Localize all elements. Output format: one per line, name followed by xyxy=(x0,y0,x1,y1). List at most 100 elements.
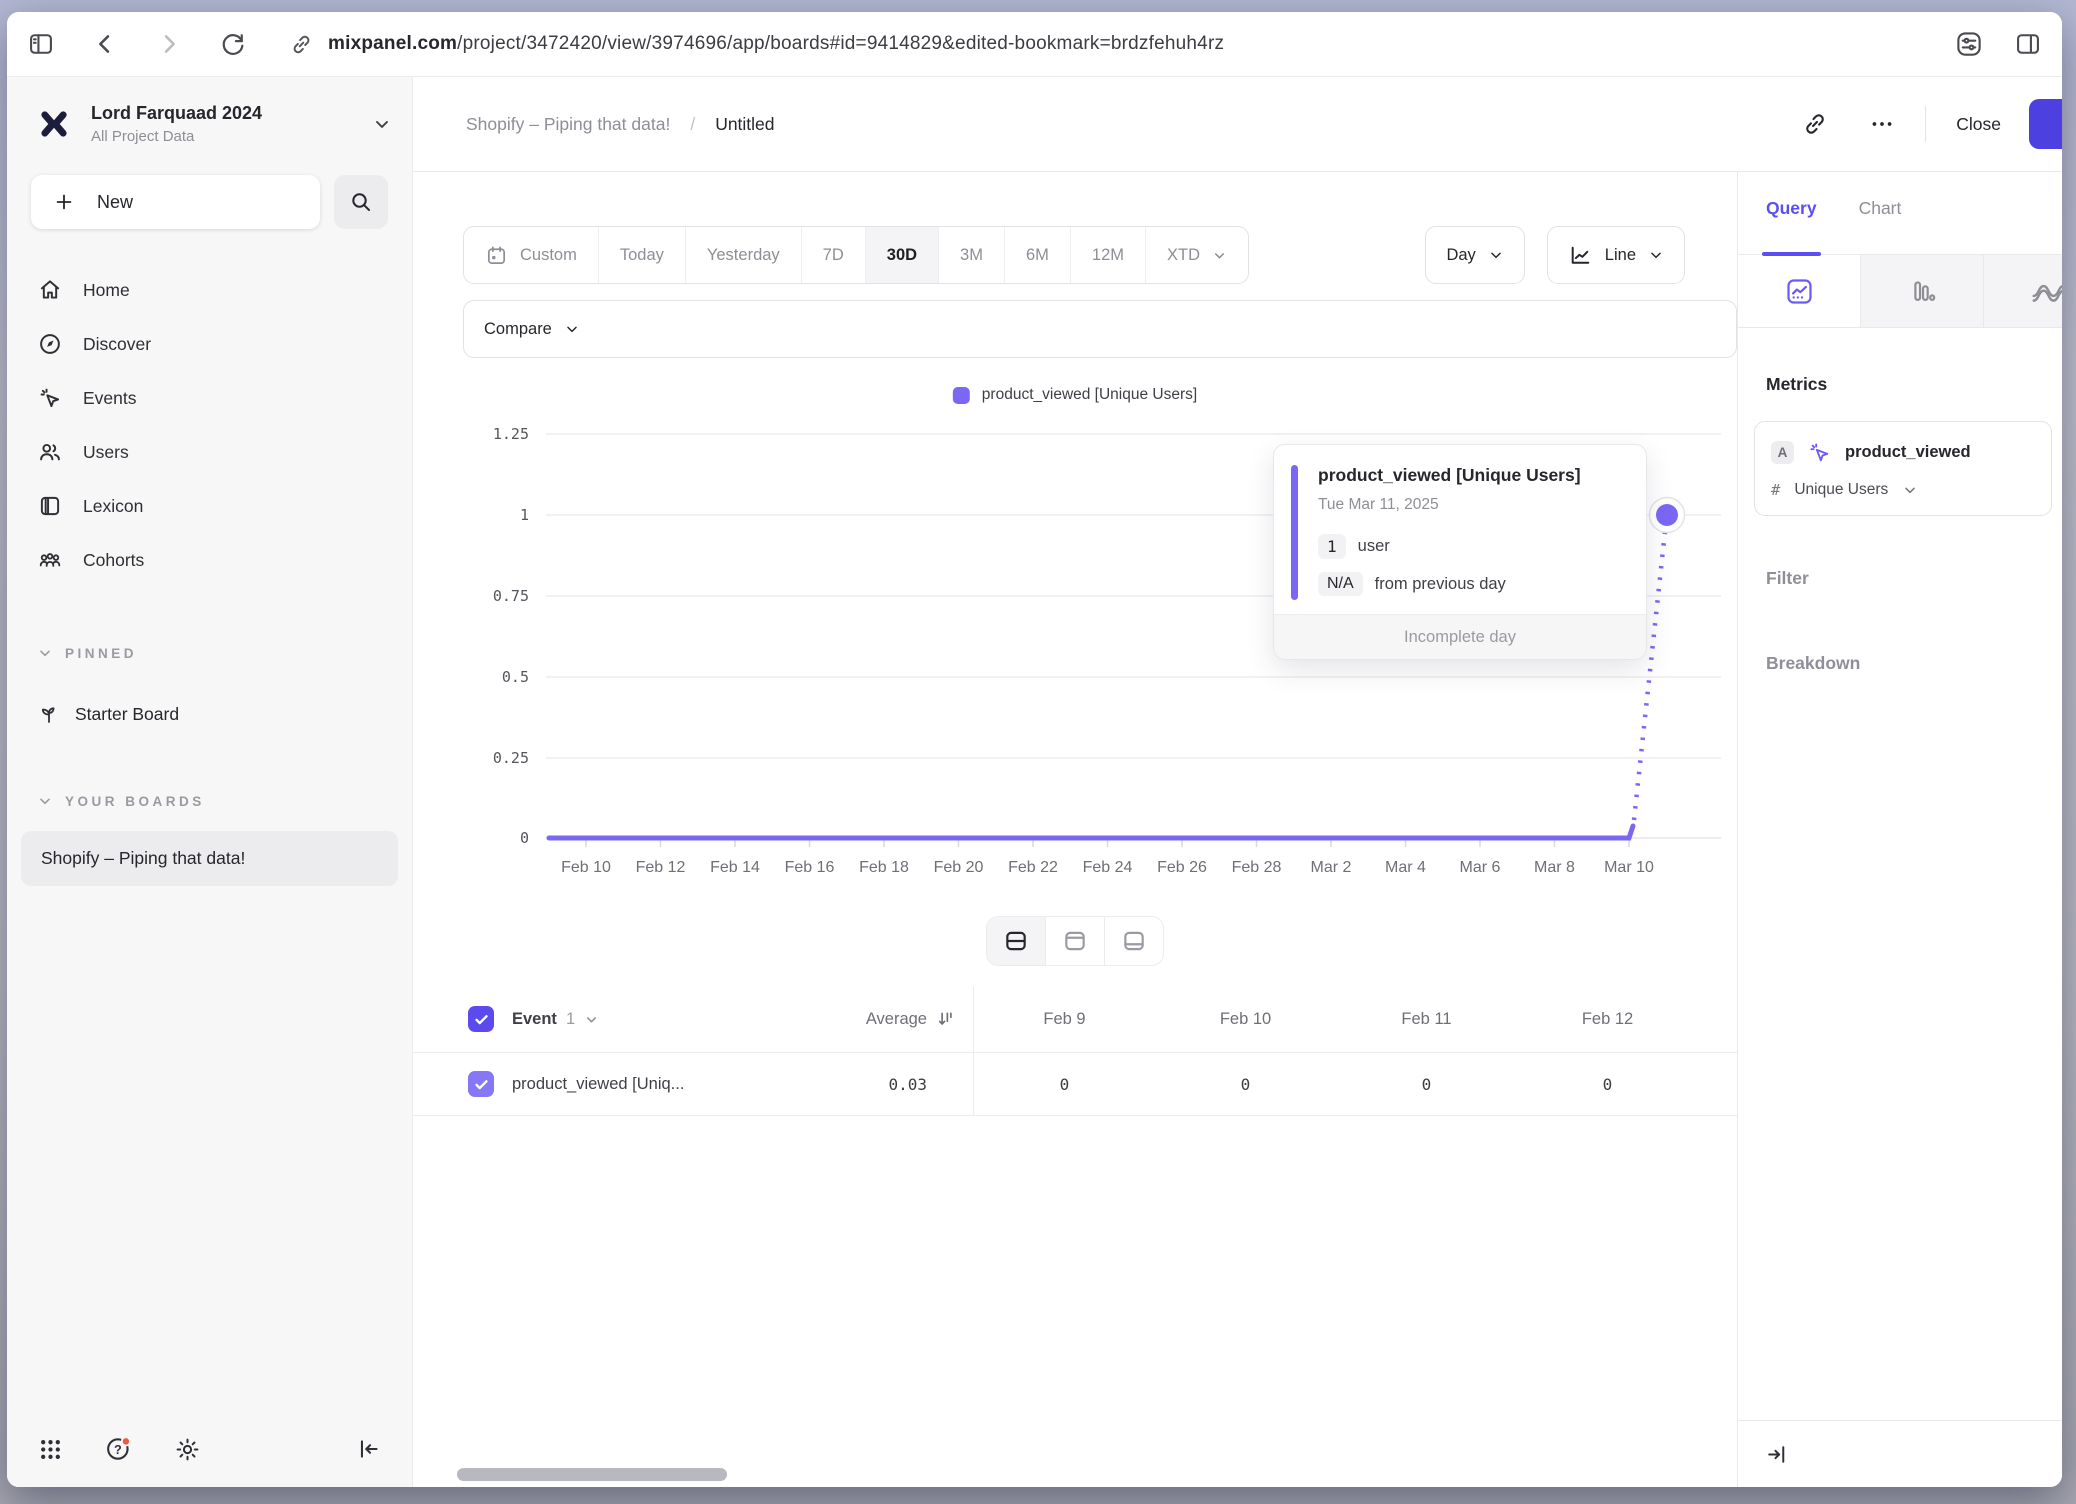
layout-split-button[interactable] xyxy=(987,917,1045,965)
address-bar[interactable]: mixpanel.com/project/3472420/view/397469… xyxy=(328,33,1224,55)
x-tick: Feb 16 xyxy=(785,859,835,876)
workspace-name: Lord Farquaad 2024 xyxy=(91,103,372,124)
metric-aggregation-dropdown[interactable]: # Unique Users xyxy=(1771,481,2035,499)
your-boards-label: YOUR BOARDS xyxy=(65,794,205,809)
select-all-checkbox[interactable] xyxy=(468,1006,494,1032)
sidebar-item-active-board[interactable]: Shopify – Piping that data! xyxy=(21,831,398,886)
workspace-text: Lord Farquaad 2024 All Project Data xyxy=(91,103,372,145)
sidebar-item-users[interactable]: Users xyxy=(21,425,398,479)
url-link-icon[interactable] xyxy=(289,32,314,57)
x-tick: Mar 4 xyxy=(1385,859,1426,876)
metric-row-event: A product_viewed xyxy=(1771,440,2035,465)
pinned-section-header[interactable]: PINNED xyxy=(37,645,412,661)
tab-query[interactable]: Query xyxy=(1766,198,1817,254)
sidebar-item-discover[interactable]: Discover xyxy=(21,317,398,371)
range-7d[interactable]: 7D xyxy=(802,227,866,283)
range-30d[interactable]: 30D xyxy=(866,227,939,283)
range-12m[interactable]: 12M xyxy=(1071,227,1146,283)
range-label: XTD xyxy=(1167,246,1200,265)
tooltip-title: product_viewed [Unique Users] xyxy=(1318,465,1626,486)
sidebar-toggle-icon[interactable] xyxy=(27,30,55,58)
sidebar-item-label: Discover xyxy=(83,334,151,355)
more-menu-icon[interactable] xyxy=(1869,111,1895,137)
header-actions: Close xyxy=(1801,99,2062,149)
day-column-header: Feb 11 xyxy=(1336,986,1517,1052)
metric-event-name[interactable]: product_viewed xyxy=(1845,443,1971,462)
apps-grid-icon[interactable] xyxy=(37,1436,64,1463)
back-icon[interactable] xyxy=(91,30,119,58)
breadcrumb-board[interactable]: Shopify – Piping that data! xyxy=(466,114,670,135)
layout-chart-button[interactable] xyxy=(1045,917,1104,965)
sidebar-item-home[interactable]: Home xyxy=(21,263,398,317)
table-header-row: Event 1 Average Feb 9 Feb 10 xyxy=(413,986,1737,1053)
compare-label: Compare xyxy=(484,320,552,339)
range-yesterday[interactable]: Yesterday xyxy=(686,227,802,283)
range-label: 30D xyxy=(887,246,917,265)
average-column-header[interactable]: Average xyxy=(866,1009,973,1030)
tooltip-value-unit: user xyxy=(1358,537,1390,556)
collapse-sidebar-icon[interactable] xyxy=(356,1436,382,1462)
line-chart[interactable]: product_viewed [Unique Users] xyxy=(413,382,1737,882)
tooltip-delta: N/A xyxy=(1318,572,1363,596)
save-button-partial[interactable] xyxy=(2029,99,2062,149)
browser-toolbar: mixpanel.com/project/3472420/view/397469… xyxy=(7,12,2062,77)
chart-style-label: Line xyxy=(1605,246,1636,265)
layout-toggle-group xyxy=(986,916,1164,966)
browser-settings-icon[interactable] xyxy=(1954,29,1984,59)
close-button[interactable]: Close xyxy=(1956,114,2001,135)
report-canvas: Custom Today Yesterday 7D 30D 3M 6M 12M … xyxy=(413,172,1737,1487)
sidebar-item-starter-board[interactable]: Starter Board xyxy=(21,687,398,741)
forward-icon[interactable] xyxy=(155,30,183,58)
x-tick: Mar 8 xyxy=(1534,859,1575,876)
sidebar-item-cohorts[interactable]: Cohorts xyxy=(21,533,398,587)
help-icon[interactable]: ? xyxy=(104,1434,134,1464)
event-header-label: Event xyxy=(512,1010,557,1029)
chevron-down-icon xyxy=(584,1012,599,1027)
workspace-switcher[interactable]: Lord Farquaad 2024 All Project Data xyxy=(33,103,392,145)
tooltip-footer: Incomplete day xyxy=(1274,614,1646,659)
range-6m[interactable]: 6M xyxy=(1005,227,1071,283)
data-point[interactable] xyxy=(1656,504,1678,526)
chart-type-bar-tab[interactable] xyxy=(1861,255,1984,327)
svg-text:?: ? xyxy=(114,1443,122,1457)
day-column-header: Feb 9 xyxy=(973,986,1155,1052)
chart-type-flow-tab[interactable] xyxy=(1984,255,2062,327)
search-button[interactable] xyxy=(334,175,388,229)
range-xtd[interactable]: XTD xyxy=(1146,227,1248,283)
url-host: mixpanel.com xyxy=(328,33,457,54)
your-boards-section-header[interactable]: YOUR BOARDS xyxy=(37,793,412,809)
filter-heading[interactable]: Filter xyxy=(1766,568,2062,589)
row-checkbox[interactable] xyxy=(468,1071,494,1097)
sidebar-item-lexicon[interactable]: Lexicon xyxy=(21,479,398,533)
reload-icon[interactable] xyxy=(219,30,247,58)
sidebar-item-events[interactable]: Events xyxy=(21,371,398,425)
y-tick: 1 xyxy=(520,506,529,524)
chart-style-dropdown[interactable]: Line xyxy=(1547,226,1685,284)
tab-chart[interactable]: Chart xyxy=(1859,198,1902,254)
row-series-name: product_viewed [Uniq... xyxy=(512,1075,684,1094)
metric-card[interactable]: A product_viewed # Unique Users xyxy=(1754,421,2052,516)
metrics-heading: Metrics xyxy=(1766,374,2062,395)
new-button[interactable]: New xyxy=(31,175,320,229)
copy-link-icon[interactable] xyxy=(1801,110,1829,138)
chart-legend: product_viewed [Unique Users] xyxy=(953,386,1197,404)
range-custom[interactable]: Custom xyxy=(464,227,599,283)
settings-gear-icon[interactable] xyxy=(174,1436,201,1463)
compare-dropdown[interactable]: Compare xyxy=(463,300,1737,358)
table-row[interactable]: product_viewed [Uniq... 0.03 0 0 0 0 xyxy=(413,1053,1737,1116)
range-today[interactable]: Today xyxy=(599,227,686,283)
collapse-panel-icon[interactable] xyxy=(1764,1442,1789,1467)
y-tick: 1.25 xyxy=(493,425,529,443)
x-tick: Feb 12 xyxy=(636,859,686,876)
granularity-dropdown[interactable]: Day xyxy=(1425,226,1524,284)
event-column-header[interactable]: Event 1 xyxy=(512,1010,599,1029)
horizontal-scrollbar[interactable] xyxy=(457,1468,727,1481)
breadcrumb-page[interactable]: Untitled xyxy=(715,114,774,135)
range-3m[interactable]: 3M xyxy=(939,227,1005,283)
new-row: New xyxy=(31,175,388,229)
chart-type-line-tab[interactable] xyxy=(1738,255,1861,327)
layout-table-button[interactable] xyxy=(1104,917,1163,965)
browser-panel-icon[interactable] xyxy=(2014,30,2042,58)
sidebar: Lord Farquaad 2024 All Project Data New xyxy=(7,77,413,1487)
breakdown-heading[interactable]: Breakdown xyxy=(1766,653,2062,674)
